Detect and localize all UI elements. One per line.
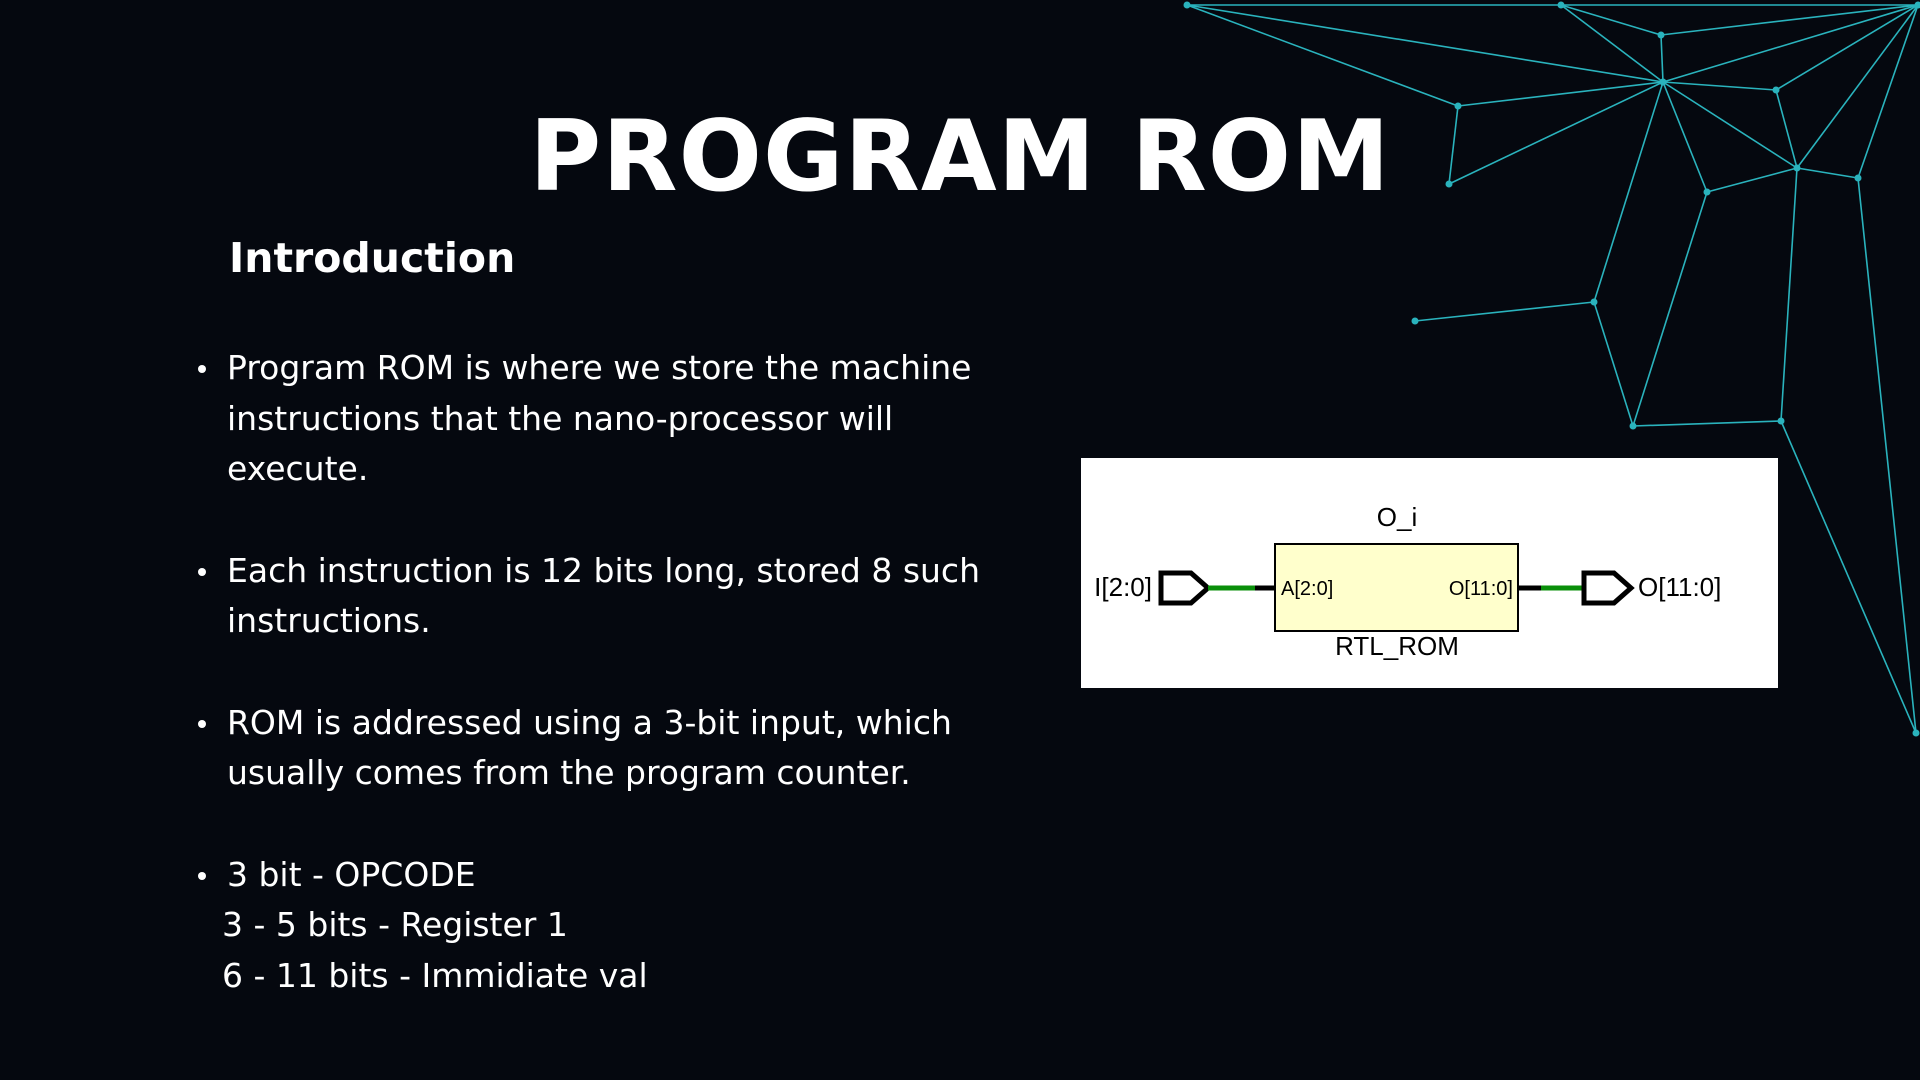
input-port-label: I[2:0] <box>1094 572 1152 602</box>
output-port-icon <box>1581 570 1635 606</box>
bit-field-line: 3 bit - OPCODE <box>227 854 476 894</box>
data-pin-label: O[11:0] <box>1449 578 1513 600</box>
bullet-list: Program ROM is where we store the machin… <box>196 343 1016 1001</box>
rom-schematic: O_i A[2:0] O[11:0] RTL_ROM I[2:0] O[11:0… <box>1081 458 1778 688</box>
bullet-item-bit-fields: 3 bit - OPCODE 3 - 5 bits - Register 1 6… <box>196 850 1016 1002</box>
address-pin-label: A[2:0] <box>1281 578 1333 600</box>
output-port-label: O[11:0] <box>1638 572 1721 602</box>
cell-type-label: RTL_ROM <box>1335 631 1459 661</box>
bullet-item: ROM is addressed using a 3-bit input, wh… <box>196 698 1016 799</box>
section-subtitle: Introduction <box>229 234 516 282</box>
bullet-item: Each instruction is 12 bits long, stored… <box>196 546 1016 647</box>
bit-field-line: 3 - 5 bits - Register 1 <box>222 905 568 944</box>
input-port-icon <box>1158 570 1212 606</box>
slide-title: PROGRAM ROM <box>529 100 1391 214</box>
bullet-item: Program ROM is where we store the machin… <box>196 343 1016 495</box>
instance-name-label: O_i <box>1377 502 1417 532</box>
bit-field-line: 6 - 11 bits - Immidiate val <box>222 955 648 995</box>
